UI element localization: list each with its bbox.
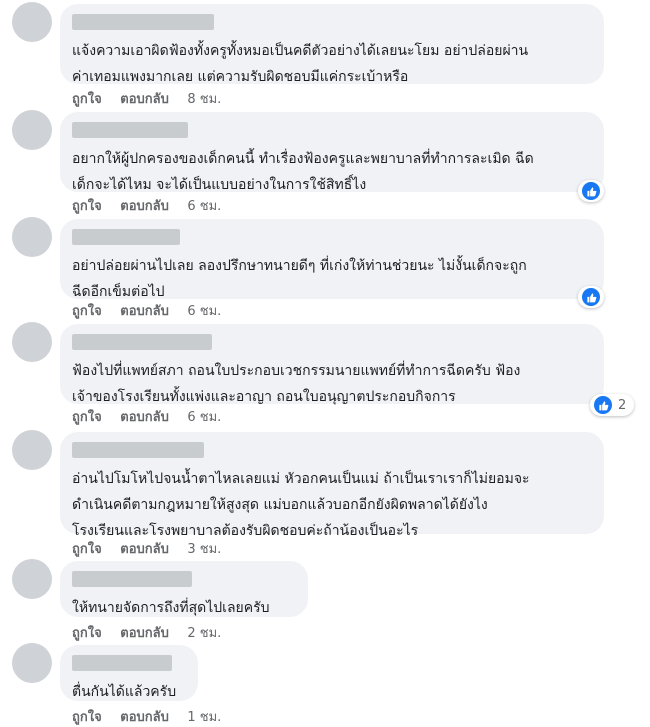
reaction-badge[interactable] <box>578 180 604 202</box>
reply-button[interactable]: ตอบกลับ <box>120 195 169 216</box>
comment-timestamp[interactable]: 8 ชม. <box>187 88 221 109</box>
comment-bubble: อยากให้ผู้ปกครองของเด็กคนนี้ ทำเรื่องฟ้อ… <box>60 112 604 193</box>
comment-actions: ถูกใจ ตอบกลับ 2 ชม. <box>72 622 235 643</box>
comment-text: ตื่นกันได้แล้วครับ <box>72 684 177 700</box>
avatar[interactable] <box>12 643 52 683</box>
redacted-author-name <box>72 442 204 458</box>
redacted-author-name <box>72 14 214 30</box>
comment-text: อยากให้ผู้ปกครองของเด็กคนนี้ ทำเรื่องฟ้อ… <box>72 151 534 193</box>
comment-bubble: แจ้งความเอาผิดฟ้องทั้งครูทั้งหมอเป็นคดีต… <box>60 4 604 85</box>
avatar[interactable] <box>12 322 52 362</box>
comment-timestamp[interactable]: 2 ชม. <box>187 622 221 643</box>
comment-timestamp[interactable]: 6 ชม. <box>187 406 221 427</box>
comment-actions: ถูกใจ ตอบกลับ 3 ชม. <box>72 538 235 559</box>
like-button[interactable]: ถูกใจ <box>72 195 102 216</box>
reply-button[interactable]: ตอบกลับ <box>120 300 169 321</box>
comment-actions: ถูกใจ ตอบกลับ 6 ชม. <box>72 195 235 216</box>
comment-timestamp[interactable]: 6 ชม. <box>187 195 221 216</box>
like-icon <box>582 288 600 306</box>
reply-button[interactable]: ตอบกลับ <box>120 622 169 643</box>
redacted-author-name <box>72 122 188 138</box>
comment-bubble: อ่านไปโมโหไปจนน้ำตาไหลเลยแม่ หัวอกคนเป็น… <box>60 432 604 539</box>
avatar[interactable] <box>12 559 52 599</box>
comment-text: ให้ทนายจัดการถึงที่สุดไปเลยครับ <box>72 600 270 616</box>
redacted-author-name <box>72 229 180 245</box>
like-button[interactable]: ถูกใจ <box>72 406 102 427</box>
comment-text: อ่านไปโมโหไปจนน้ำตาไหลเลยแม่ หัวอกคนเป็น… <box>72 471 530 539</box>
comment-text: แจ้งความเอาผิดฟ้องทั้งครูทั้งหมอเป็นคดีต… <box>72 43 529 85</box>
avatar[interactable] <box>12 110 52 150</box>
comment-actions: ถูกใจ ตอบกลับ 8 ชม. <box>72 88 235 109</box>
like-icon <box>582 182 600 200</box>
avatar[interactable] <box>12 217 52 257</box>
comment-bubble: ให้ทนายจัดการถึงที่สุดไปเลยครับ <box>60 561 308 617</box>
reply-button[interactable]: ตอบกลับ <box>120 406 169 427</box>
comment-actions: ถูกใจ ตอบกลับ 6 ชม. <box>72 300 235 321</box>
reply-button[interactable]: ตอบกลับ <box>120 88 169 109</box>
redacted-author-name <box>72 334 212 350</box>
redacted-author-name <box>72 655 172 671</box>
redacted-author-name <box>72 571 192 587</box>
comment-timestamp[interactable]: 1 ชม. <box>187 706 221 727</box>
comment-text: ฟ้องไปที่แพทย์สภา ถอนใบประกอบเวชกรรมนายแ… <box>72 363 521 405</box>
comment-actions: ถูกใจ ตอบกลับ 1 ชม. <box>72 706 235 727</box>
reaction-badge[interactable]: 2 <box>590 394 635 416</box>
reply-button[interactable]: ตอบกลับ <box>120 538 169 559</box>
like-button[interactable]: ถูกใจ <box>72 300 102 321</box>
reply-button[interactable]: ตอบกลับ <box>120 706 169 727</box>
comment-actions: ถูกใจ ตอบกลับ 6 ชม. <box>72 406 235 427</box>
like-button[interactable]: ถูกใจ <box>72 622 102 643</box>
like-button[interactable]: ถูกใจ <box>72 88 102 109</box>
reaction-count: 2 <box>618 397 627 413</box>
like-button[interactable]: ถูกใจ <box>72 706 102 727</box>
comment-bubble: ตื่นกันได้แล้วครับ <box>60 645 198 701</box>
comment-bubble: ฟ้องไปที่แพทย์สภา ถอนใบประกอบเวชกรรมนายแ… <box>60 324 604 405</box>
like-icon <box>594 396 612 414</box>
avatar[interactable] <box>12 430 52 470</box>
comment-timestamp[interactable]: 6 ชม. <box>187 300 221 321</box>
avatar[interactable] <box>12 2 52 42</box>
like-button[interactable]: ถูกใจ <box>72 538 102 559</box>
comment-bubble: อย่าปล่อยผ่านไปเลย ลองปรึกษาทนายดีๆ ที่เ… <box>60 219 604 300</box>
comment-text: อย่าปล่อยผ่านไปเลย ลองปรึกษาทนายดีๆ ที่เ… <box>72 258 527 300</box>
reaction-badge[interactable] <box>578 286 604 308</box>
comment-timestamp[interactable]: 3 ชม. <box>187 538 221 559</box>
